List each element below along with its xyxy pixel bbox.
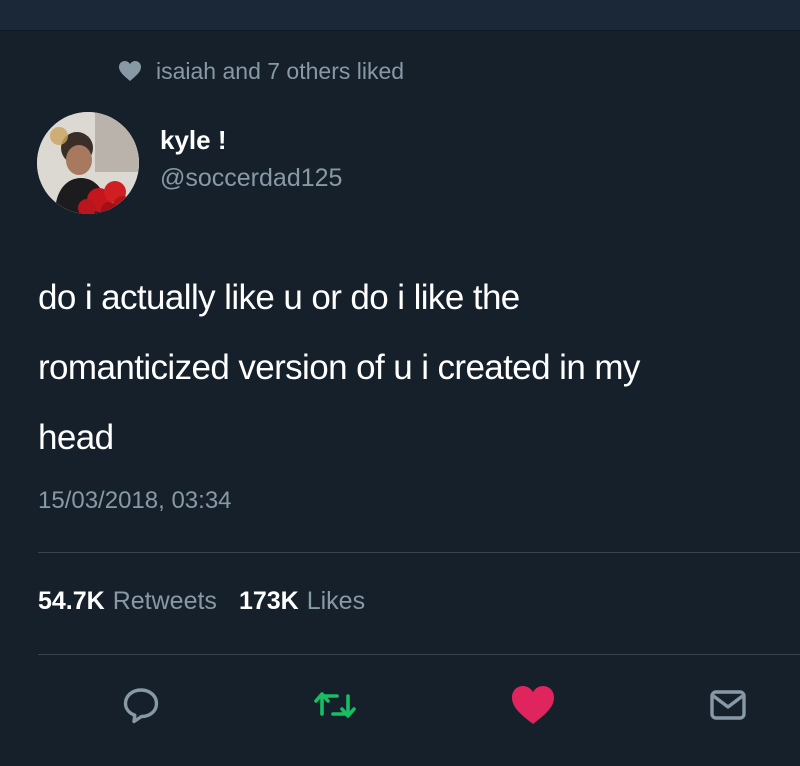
retweet-button[interactable]	[311, 681, 359, 729]
top-bar	[0, 0, 800, 31]
social-context[interactable]: isaiah and 7 others liked	[118, 57, 405, 84]
tweet-text: do i actually like u or do i like the ro…	[38, 263, 788, 473]
retweet-icon	[314, 692, 356, 718]
avatar-photo	[37, 112, 139, 214]
reply-button[interactable]	[117, 681, 165, 729]
tweet-text-line: head	[38, 418, 114, 457]
likes-stat[interactable]: 173K Likes	[239, 587, 365, 616]
likes-label: Likes	[306, 587, 366, 615]
retweets-count: 54.7K	[38, 587, 105, 615]
engagement-stats: 54.7K Retweets 173K Likes	[38, 587, 387, 616]
divider	[38, 552, 800, 553]
comment-icon	[123, 688, 159, 724]
envelope-icon	[710, 690, 746, 720]
like-button[interactable]	[509, 681, 557, 729]
avatar[interactable]	[37, 112, 139, 214]
tweet-text-line: do i actually like u or do i like the	[38, 278, 520, 317]
author-name[interactable]: kyle !	[160, 125, 227, 156]
tweet-card: isaiah and 7 others liked kyle ! @soccer…	[0, 31, 800, 766]
share-button[interactable]	[704, 681, 752, 729]
heart-icon	[512, 686, 554, 724]
heart-icon	[119, 61, 141, 81]
retweets-label: Retweets	[112, 587, 217, 615]
tweet-text-line: romanticized version of u i created in m…	[38, 348, 640, 387]
tweet-timestamp[interactable]: 15/03/2018, 03:34	[38, 487, 232, 515]
likes-count: 173K	[238, 587, 299, 615]
retweets-stat[interactable]: 54.7K Retweets	[38, 587, 217, 616]
author-handle[interactable]: @soccerdad125	[160, 164, 342, 193]
divider	[38, 654, 800, 655]
social-context-text: isaiah and 7 others liked	[156, 57, 405, 84]
